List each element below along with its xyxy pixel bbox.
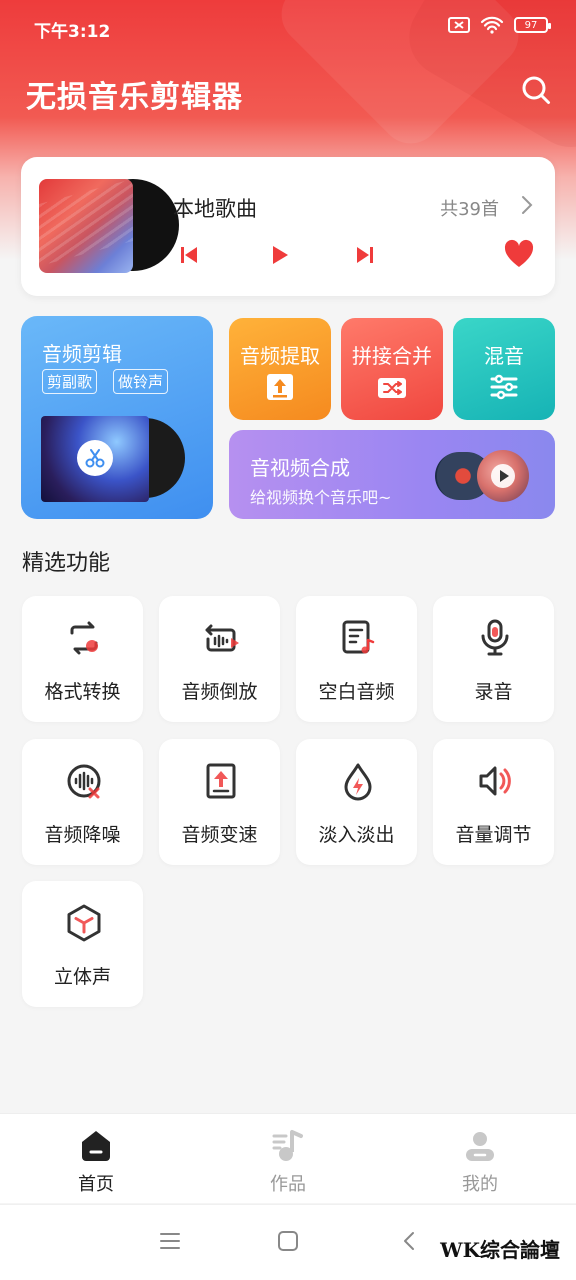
section-title: 精选功能 bbox=[22, 551, 111, 576]
concat-merge-title: 拼接合并 bbox=[352, 344, 432, 368]
feature-label: 淡入淡出 bbox=[318, 824, 395, 846]
nav-mine-label: 我的 bbox=[462, 1174, 498, 1195]
concat-merge-tile[interactable]: 拼接合并 bbox=[341, 318, 443, 420]
menu-icon[interactable] bbox=[158, 1229, 182, 1253]
stereo-icon bbox=[67, 904, 101, 942]
sliders-icon bbox=[490, 374, 518, 400]
user-icon bbox=[466, 1132, 494, 1161]
tag-ringtone[interactable]: 做铃声 bbox=[113, 369, 169, 394]
watermark: WK综合論壇 bbox=[440, 1238, 560, 1262]
blank-audio-icon bbox=[342, 620, 375, 654]
status-bar: 下午3:12 97 bbox=[0, 0, 576, 56]
audio-extract-tile[interactable]: 音频提取 bbox=[229, 318, 331, 420]
feature-stereo[interactable]: 立体声 bbox=[22, 881, 143, 1007]
battery-icon: 97 bbox=[514, 17, 551, 33]
home-button-icon[interactable] bbox=[276, 1229, 300, 1253]
feature-volume[interactable]: 音量调节 bbox=[433, 739, 554, 865]
feature-label: 录音 bbox=[474, 681, 513, 703]
av-merge-tile[interactable]: 音视频合成 给视频换个音乐吧~ bbox=[229, 430, 555, 519]
upload-icon bbox=[267, 374, 293, 400]
feature-label: 立体声 bbox=[53, 966, 111, 988]
audio-extract-title: 音频提取 bbox=[240, 344, 320, 368]
nav-works-label: 作品 bbox=[270, 1174, 306, 1195]
feature-denoise[interactable]: 音频降噪 bbox=[22, 739, 143, 865]
feature-record[interactable]: 录音 bbox=[433, 596, 554, 722]
feature-label: 音量调节 bbox=[455, 824, 532, 846]
chevron-right-icon[interactable] bbox=[519, 193, 535, 217]
album-cover bbox=[39, 179, 133, 273]
song-count: 共39首 bbox=[440, 199, 499, 220]
music-note-icon bbox=[272, 1130, 303, 1161]
feature-label: 音频变速 bbox=[181, 824, 258, 846]
home-icon bbox=[82, 1131, 110, 1161]
nav-home[interactable]: 首页 bbox=[0, 1114, 192, 1204]
prev-icon[interactable] bbox=[177, 243, 201, 267]
reverse-icon bbox=[205, 624, 239, 652]
mix-tile[interactable]: 混音 bbox=[453, 318, 555, 420]
mix-title: 混音 bbox=[484, 344, 524, 368]
sim-icon bbox=[448, 17, 470, 33]
denoise-icon bbox=[67, 764, 101, 799]
feature-label: 空白音频 bbox=[318, 681, 395, 703]
local-songs-title: 本地歌曲 bbox=[173, 197, 257, 221]
bottom-nav: 首页 作品 我的 bbox=[0, 1113, 576, 1203]
feature-reverse[interactable]: 音频倒放 bbox=[159, 596, 280, 722]
audio-edit-title: 音频剪辑 bbox=[42, 342, 122, 366]
audio-edit-tile[interactable]: 音频剪辑 剪副歌 做铃声 bbox=[21, 316, 213, 519]
wifi-icon bbox=[480, 16, 504, 34]
feature-fade[interactable]: 淡入淡出 bbox=[296, 739, 417, 865]
status-icons: 97 bbox=[448, 16, 551, 34]
feature-speed[interactable]: 音频变速 bbox=[159, 739, 280, 865]
feature-label: 音频倒放 bbox=[181, 681, 258, 703]
feature-format-convert[interactable]: 格式转换 bbox=[22, 596, 143, 722]
av-merge-title: 音视频合成 bbox=[250, 456, 350, 480]
next-icon[interactable] bbox=[353, 243, 377, 267]
fade-icon bbox=[344, 763, 372, 801]
nav-home-label: 首页 bbox=[78, 1174, 114, 1195]
heart-icon[interactable] bbox=[503, 239, 535, 269]
local-songs-card[interactable]: 本地歌曲 共39首 bbox=[21, 157, 555, 296]
feature-label: 音频降噪 bbox=[44, 824, 121, 846]
microphone-icon bbox=[481, 619, 509, 656]
page-title: 无损音乐剪辑器 bbox=[26, 80, 243, 115]
nav-mine[interactable]: 我的 bbox=[384, 1114, 576, 1204]
feature-label: 格式转换 bbox=[44, 681, 121, 703]
status-time: 下午3:12 bbox=[34, 22, 111, 42]
av-merge-subtitle: 给视频换个音乐吧~ bbox=[250, 488, 392, 507]
search-icon[interactable] bbox=[520, 74, 552, 106]
tag-chorus[interactable]: 剪副歌 bbox=[42, 369, 98, 394]
back-icon[interactable] bbox=[398, 1229, 422, 1253]
speed-icon bbox=[206, 763, 236, 799]
volume-icon bbox=[479, 766, 511, 796]
feature-blank-audio[interactable]: 空白音频 bbox=[296, 596, 417, 722]
nav-works[interactable]: 作品 bbox=[192, 1114, 384, 1204]
play-icon[interactable] bbox=[267, 243, 291, 267]
format-convert-icon bbox=[70, 621, 98, 655]
shuffle-icon bbox=[378, 378, 406, 398]
play-icon bbox=[491, 464, 515, 488]
scissors-icon bbox=[77, 440, 113, 476]
